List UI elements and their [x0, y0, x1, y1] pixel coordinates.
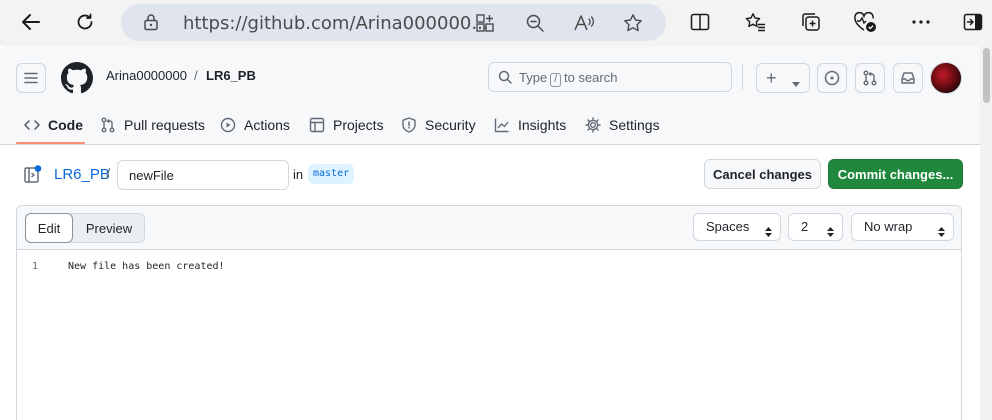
table-icon	[309, 117, 325, 133]
app-grid-icon[interactable]	[475, 13, 495, 38]
preview-tab[interactable]: Preview	[74, 214, 144, 242]
tab-projects[interactable]: Projects	[309, 106, 384, 144]
plus-icon: +	[766, 68, 777, 88]
wrap-mode-select[interactable]: No wrap	[851, 213, 954, 241]
header-divider	[742, 64, 743, 90]
tab-label: Projects	[333, 117, 384, 133]
select-caret-icon	[938, 221, 945, 247]
tab-security[interactable]: Security	[401, 106, 476, 144]
tab-label: Actions	[244, 117, 290, 133]
select-caret-icon	[765, 221, 772, 247]
tab-actions[interactable]: Actions	[220, 106, 290, 144]
github-logo-icon[interactable]	[61, 62, 93, 99]
tab-settings[interactable]: Settings	[585, 106, 660, 144]
play-icon	[220, 117, 236, 133]
indent-size-value: 2	[801, 219, 809, 234]
wrap-mode-value: No wrap	[864, 219, 913, 234]
collections-icon[interactable]	[794, 5, 828, 39]
read-aloud-icon[interactable]	[573, 13, 595, 38]
search-suffix: to search	[563, 70, 618, 85]
search-input[interactable]: Type / to search	[488, 62, 732, 92]
pull-request-icon	[863, 70, 877, 86]
tab-insights[interactable]: Insights	[494, 106, 566, 144]
tab-label: Pull requests	[124, 117, 205, 133]
favorite-star-icon[interactable]	[623, 13, 643, 38]
editor-toolbar: Edit Preview Spaces 2 No wrap	[17, 206, 961, 250]
branch-badge: master	[308, 164, 355, 184]
avatar[interactable]	[930, 62, 962, 94]
repo-header: Arina0000000 / LR6_PB Type/to search +	[0, 46, 980, 145]
search-shortcut-key: /	[550, 73, 561, 87]
file-name-bar: LR6_PB / in master Cancel changes Commit…	[0, 159, 980, 191]
tab-pull-requests[interactable]: Pull requests	[100, 106, 205, 144]
breadcrumb-repo-link[interactable]: LR6_PB	[54, 166, 110, 183]
search-prefix: Type	[519, 70, 548, 85]
caret-down-icon	[792, 75, 800, 93]
search-icon	[498, 70, 512, 89]
gear-icon	[585, 117, 601, 133]
browser-essentials-icon[interactable]	[848, 5, 882, 39]
lock-icon[interactable]	[143, 13, 159, 36]
tab-code[interactable]: Code	[24, 106, 83, 144]
more-icon[interactable]	[904, 5, 938, 39]
tab-label: Security	[425, 117, 476, 133]
graph-icon	[494, 118, 509, 133]
edit-tab[interactable]: Edit	[25, 213, 73, 243]
active-tab-indicator	[16, 142, 85, 144]
back-icon[interactable]	[14, 5, 48, 39]
zoom-out-icon[interactable]	[525, 13, 545, 38]
split-screen-icon[interactable]	[683, 5, 717, 39]
cancel-changes-button[interactable]: Cancel changes	[704, 159, 821, 189]
code-editor: Edit Preview Spaces 2 No wrap 1 New file…	[16, 205, 962, 420]
address-bar[interactable]: https://github.com/Arina000000...	[121, 4, 666, 41]
repo-link[interactable]: LR6_PB	[206, 68, 256, 83]
edit-preview-toggle: Edit Preview	[25, 213, 145, 243]
inbox-icon	[901, 72, 915, 84]
refresh-icon[interactable]	[68, 5, 102, 39]
url-text[interactable]: https://github.com/Arina000000...	[183, 13, 489, 34]
file-name-input[interactable]	[117, 160, 289, 190]
select-caret-icon	[827, 221, 834, 247]
pull-requests-button[interactable]	[855, 63, 885, 93]
commit-changes-button[interactable]: Commit changes...	[828, 159, 963, 189]
inbox-button[interactable]	[893, 63, 923, 93]
issue-opened-icon	[824, 70, 840, 86]
tab-label: Insights	[518, 117, 567, 133]
scrollbar-thumb[interactable]	[983, 48, 990, 103]
pull-request-icon	[101, 117, 115, 133]
breadcrumb-separator: /	[106, 166, 111, 183]
indent-size-select[interactable]: 2	[788, 213, 843, 241]
line-content[interactable]: New file has been created!	[68, 261, 225, 272]
create-new-button[interactable]: +	[756, 63, 810, 93]
shield-icon	[402, 117, 416, 133]
indent-mode-value: Spaces	[706, 219, 750, 234]
code-icon	[24, 120, 40, 130]
file-tree-toggle-icon[interactable]	[23, 165, 43, 190]
issues-button[interactable]	[817, 63, 847, 93]
sidebar-icon[interactable]	[956, 5, 990, 39]
breadcrumb-separator: /	[194, 68, 198, 83]
line-number: 1	[32, 261, 39, 272]
menu-button[interactable]	[16, 63, 46, 93]
owner-link[interactable]: Arina0000000	[106, 68, 187, 83]
indent-mode-select[interactable]: Spaces	[693, 213, 781, 241]
tab-label: Settings	[609, 117, 660, 133]
github-page: Arina0000000 / LR6_PB Type/to search +	[0, 46, 980, 420]
hamburger-icon	[24, 72, 38, 84]
browser-toolbar: https://github.com/Arina000000...	[0, 0, 992, 46]
favorites-list-icon[interactable]	[739, 5, 773, 39]
code-line[interactable]: 1 New file has been created!	[17, 259, 961, 277]
in-label: in	[293, 167, 304, 182]
tab-label: Code	[48, 117, 83, 133]
